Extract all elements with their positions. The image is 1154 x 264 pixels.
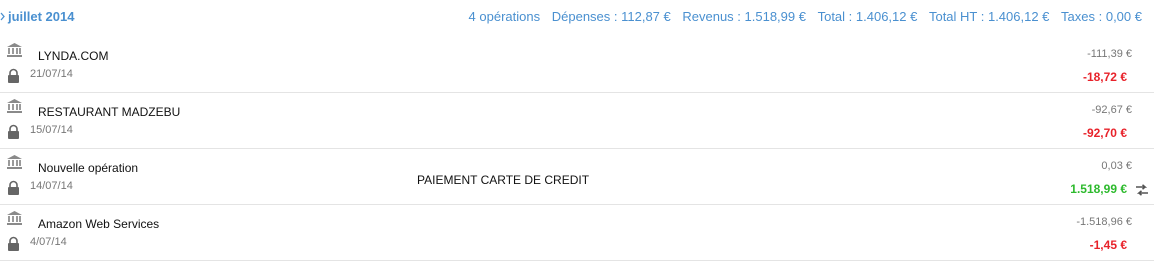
running-balance: -92,67 € (1091, 104, 1132, 116)
running-balance: -1.518,96 € (1076, 216, 1132, 228)
transaction-date: 14/07/14 (30, 180, 73, 192)
lock-icon (7, 68, 20, 84)
income-total: Revenus : 1.518,99 € (682, 9, 806, 24)
transaction-amount: -18,72 € (1082, 70, 1127, 84)
transaction-name: Nouvelle opération (38, 161, 139, 175)
transaction-date: 15/07/14 (30, 124, 73, 136)
running-balance: -111,39 € (1087, 48, 1132, 60)
month-header: juillet 2014 4 opérations Dépenses : 112… (0, 0, 1154, 36)
transaction-amount: 1.518,99 € (1070, 182, 1127, 196)
total-excl-tax: Total HT : 1.406,12 € (928, 9, 1050, 24)
transaction-amount: -92,70 € (1082, 126, 1127, 140)
lock-icon (7, 236, 20, 252)
lock-icon (7, 180, 20, 196)
bank-icon (6, 42, 23, 58)
transaction-list: LYNDA.COM 21/07/14 -111,39 € -18,72 € RE… (0, 37, 1154, 261)
bank-icon (6, 98, 23, 114)
expenses-total: Dépenses : 112,87 € (551, 9, 671, 24)
transaction-name: Amazon Web Services (38, 217, 160, 231)
bank-icon (6, 210, 23, 226)
transaction-date: 21/07/14 (30, 68, 73, 80)
bank-icon (6, 154, 23, 170)
transaction-row[interactable]: RESTAURANT MADZEBU 15/07/14 -92,67 € -92… (0, 93, 1154, 149)
chevron-icon[interactable] (0, 9, 6, 24)
grand-total: Total : 1.406,12 € (817, 9, 918, 24)
transaction-row[interactable]: LYNDA.COM 21/07/14 -111,39 € -18,72 € (0, 37, 1154, 93)
transaction-row[interactable]: Amazon Web Services 4/07/14 -1.518,96 € … (0, 205, 1154, 261)
transfer-arrows-icon[interactable] (1134, 183, 1150, 196)
transaction-name: LYNDA.COM (38, 49, 109, 63)
operations-count: 4 opérations (468, 9, 541, 24)
transaction-amount: -1,45 € (1089, 238, 1127, 252)
month-toggle[interactable]: juillet 2014 (0, 9, 74, 24)
month-label[interactable]: juillet 2014 (8, 9, 74, 24)
transaction-description: PAIEMENT CARTE DE CREDIT (417, 173, 590, 187)
transaction-date: 4/07/14 (30, 236, 67, 248)
taxes-total: Taxes : 0,00 € (1061, 9, 1142, 24)
running-balance: 0,03 € (1101, 160, 1132, 172)
transaction-row[interactable]: Nouvelle opération 14/07/14 PAIEMENT CAR… (0, 149, 1154, 205)
month-summary: 4 opérations Dépenses : 112,87 € Revenus… (461, 9, 1142, 24)
lock-icon (7, 124, 20, 140)
transaction-name: RESTAURANT MADZEBU (38, 105, 181, 119)
